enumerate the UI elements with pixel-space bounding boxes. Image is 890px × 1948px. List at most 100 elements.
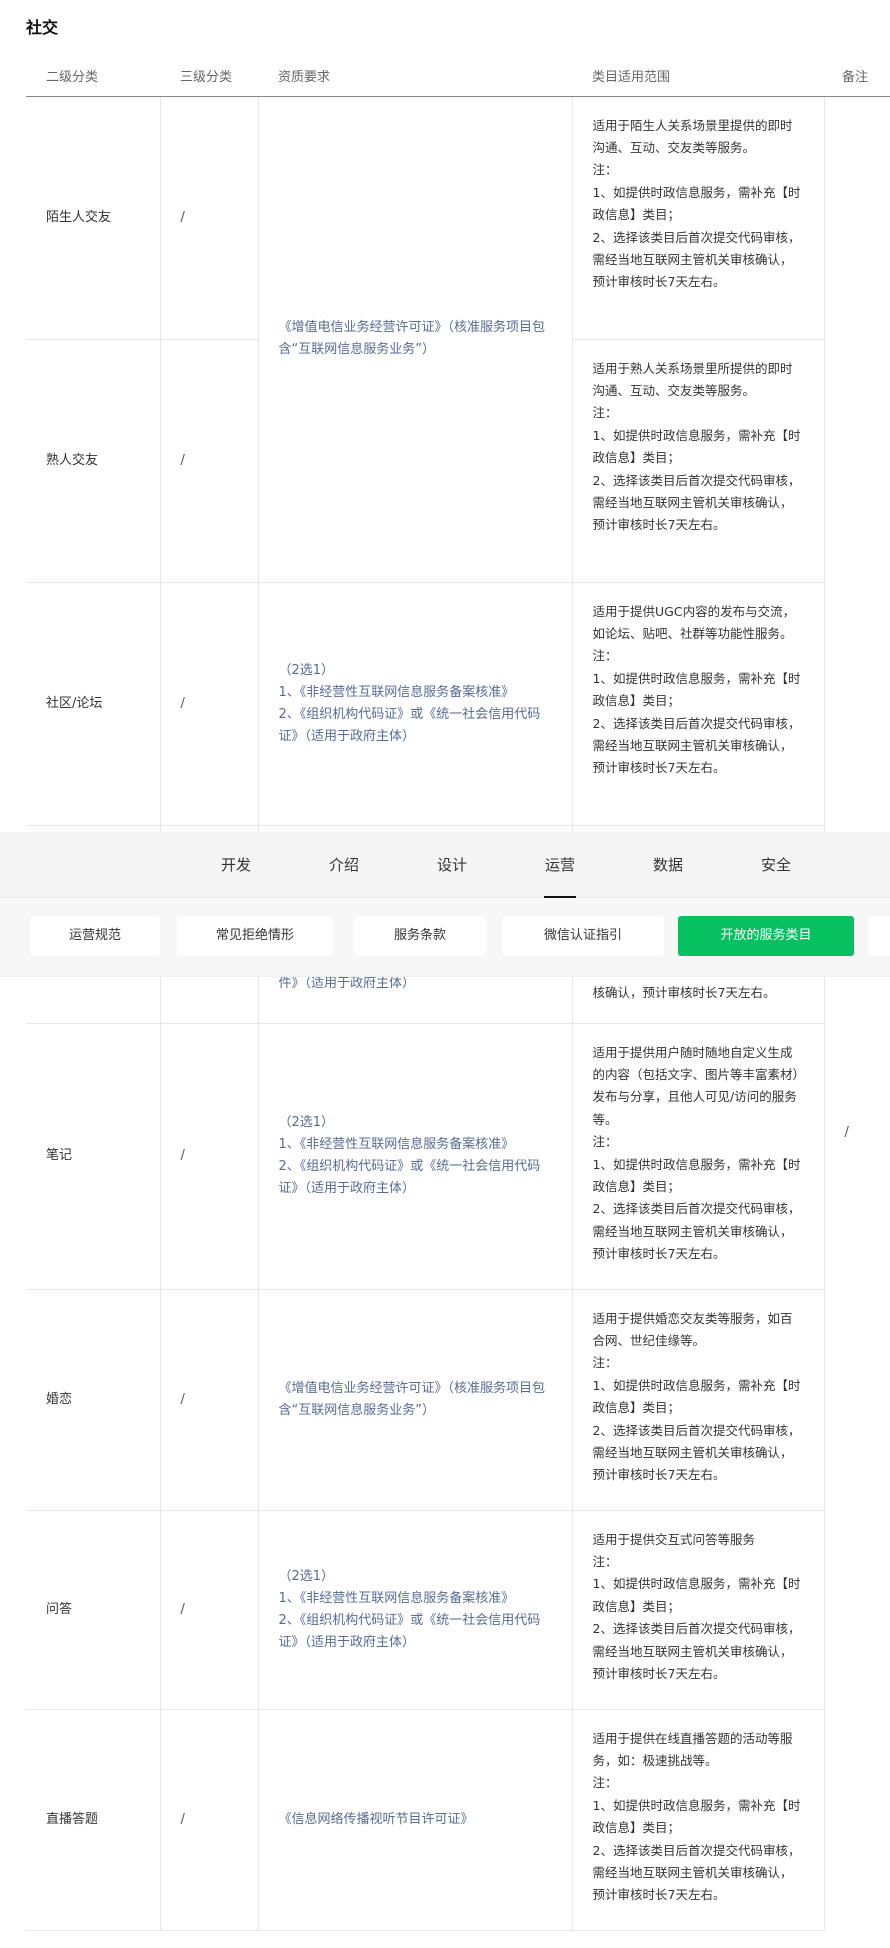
scope-line: 适用于提供UGC内容的发布与交流，如论坛、贴吧、社群等功能性服务。 (592, 603, 796, 641)
scope-cell: 适用于提供婚恋交友类等服务，如百合网、世纪佳缘等。 注： 1、如提供时政信息服务… (572, 1289, 825, 1511)
qualification-line: （2选1） (278, 1115, 335, 1130)
level3-cell: / (160, 339, 259, 583)
scope-line: 1、如提供时政信息服务，需补充【时政信息】类目； (592, 1797, 801, 1836)
scope-line: 1、如提供时政信息服务，需补充【时政信息】类目； (592, 1377, 801, 1416)
scope-line: 适用于提供用户随时随地自定义生成的内容（包括文字、图片等丰富素材）发布与分享，且… (592, 1044, 799, 1127)
qualification-cell: 《增值电信业务经营许可证》（核准服务项目包含“互联网信息服务业务”） (258, 1289, 573, 1511)
header-note: 备注 (824, 56, 890, 97)
level2-cell: 陌生人交友 (26, 96, 161, 340)
scope-cell: 适用于提供交互式问答等服务 注： 1、如提供时政信息服务，需补充【时政信息】类目… (572, 1510, 825, 1710)
scope-line: 注： (592, 162, 618, 178)
level2-cell: 直播答题 (26, 1709, 161, 1931)
qualification-link[interactable]: 2、《组织机构代码证》或《统一社会信用代码证》（适用于政府主体） (279, 704, 552, 748)
scope-line: 适用于陌生人关系场景里提供的即时沟通、互动、交友类等服务。 (592, 117, 793, 155)
scope-line: 1、如提供时政信息服务，需补充【时政信息】类目； (592, 1576, 801, 1614)
top-tab-bar: 开发 介绍 设计 运营 数据 安全 (0, 832, 890, 898)
level3-cell: / (160, 1510, 259, 1710)
level3-cell: / (160, 1709, 259, 1931)
scope-cell: 适用于陌生人关系场景里提供的即时沟通、互动、交友类等服务。 注： 1、如提供时政… (572, 96, 825, 340)
level2-cell: 笔记 (26, 1023, 161, 1290)
scope-line: 1、如提供时政信息服务，需补充【时政信息】类目； (592, 1156, 801, 1194)
sub-nav: 运营规范 常见拒绝情形 服务条款 微信认证指引 开放的服务类目 (0, 898, 890, 976)
header-qualification: 资质要求 (258, 56, 572, 97)
qualification-link[interactable]: 1、《非经营性互联网信息服务备案核准》 (279, 1134, 552, 1156)
table-row: 笔记 / （2选1） 1、《非经营性互联网信息服务备案核准》 2、《组织机构代码… (26, 1023, 890, 1290)
tab-design[interactable]: 设计 (412, 832, 492, 898)
qualification-link[interactable]: 《信息网络传播视听节目许可证》 (279, 1812, 474, 1827)
scope-line: 2、选择该类目后首次提交代码审核，需经当地互联网主管机关审核确认，预计审核时长7… (592, 1842, 801, 1903)
qualification-cell: （2选1） 1、《非经营性互联网信息服务备案核准》 2、《组织机构代码证》或《统… (258, 582, 573, 826)
qualification-link[interactable]: 1、《非经营性互联网信息服务备案核准》 (279, 682, 552, 704)
subnav-overflow-button[interactable] (868, 916, 890, 956)
level2-cell: 社区/论坛 (26, 582, 161, 826)
scope-cell: 适用于熟人关系场景里所提供的即时沟通、互动、交友类等服务。 注： 1、如提供时政… (572, 339, 825, 583)
tab-data[interactable]: 数据 (628, 832, 708, 898)
scope-line: 1、如提供时政信息服务，需补充【时政信息】类目； (592, 670, 801, 709)
table-row: 社区/论坛 / （2选1） 1、《非经营性互联网信息服务备案核准》 2、《组织机… (26, 582, 890, 826)
category-table: 二级分类 三级分类 资质要求 类目适用范围 备注 陌生人交友 / 《增值电信业务… (26, 56, 890, 1931)
scope-line: 2、选择该类目后首次提交代码审核，需经当地互联网主管机关审核确认，预计审核时长7… (592, 229, 801, 290)
level2-cell: 熟人交友 (26, 339, 161, 583)
scope-line: 注： (592, 1553, 618, 1569)
level2-cell: 婚恋 (26, 1289, 161, 1511)
scope-line: 适用于熟人关系场景里所提供的即时沟通、互动、交友类等服务。 (592, 360, 793, 398)
scope-line: 2、选择该类目后首次提交代码审核，需经当地互联网主管机关审核确认，预计审核时长7… (592, 1201, 801, 1262)
qualification-link[interactable]: 《增值电信业务经营许可证》（核准服务项目包含“互联网信息服务业务”） (279, 320, 546, 357)
table-row: 陌生人交友 / 《增值电信业务经营许可证》（核准服务项目包含“互联网信息服务业务… (26, 96, 890, 1140)
tab-security[interactable]: 安全 (736, 832, 816, 898)
scope-line: 2、选择该类目后首次提交代码审核，需经当地互联网主管机关审核确认，预计审核时长7… (592, 715, 801, 776)
level3-cell: / (160, 1289, 259, 1511)
scope-line: 2、选择该类目后首次提交代码审核，需经当地互联网主管机关审核确认，预计审核时长7… (592, 472, 801, 533)
qualification-line: （2选1） (278, 1568, 335, 1584)
scope-line: 注： (592, 648, 618, 664)
section-title: 社交 (26, 18, 59, 37)
scope-cell: 适用于提供在线直播答题的活动等服务，如：极速挑战等。 注： 1、如提供时政信息服… (572, 1709, 825, 1931)
qualification-link[interactable]: 件》（适用于政府主体） (279, 976, 416, 991)
scope-cell: 适用于提供用户随时随地自定义生成的内容（包括文字、图片等丰富素材）发布与分享，且… (572, 1023, 825, 1290)
scope-line: 适用于提供交互式问答等服务 (592, 1531, 756, 1547)
subnav-service-categories[interactable]: 开放的服务类目 (678, 916, 854, 956)
tab-operations[interactable]: 运营 (520, 832, 600, 898)
tab-intro[interactable]: 介绍 (304, 832, 384, 898)
scope-cell: 适用于提供UGC内容的发布与交流，如论坛、贴吧、社群等功能性服务。 注： 1、如… (572, 582, 825, 826)
qualification-cell: （2选1） 1、《非经营性互联网信息服务备案核准》 2、《组织机构代码证》或《统… (258, 1510, 573, 1710)
table-row: 直播答题 / 《信息网络传播视听节目许可证》 适用于提供在线直播答题的活动等服务… (26, 1709, 890, 1931)
header-level3: 三级分类 (160, 56, 258, 97)
subnav-common-rejections[interactable]: 常见拒绝情形 (177, 916, 333, 956)
tab-develop[interactable]: 开发 (196, 832, 276, 898)
subnav-terms-of-service[interactable]: 服务条款 (354, 916, 486, 956)
level3-cell: / (160, 1023, 259, 1290)
qualification-link[interactable]: 2、《组织机构代码证》或《统一社会信用代码证》（适用于政府主体） (279, 1610, 552, 1654)
scope-line: 1、如提供时政信息服务，需补充【时政信息】类目； (592, 427, 801, 466)
table-header-row: 二级分类 三级分类 资质要求 类目适用范围 备注 (26, 56, 890, 97)
scope-line: 核确认，预计审核时长7天左右。 (592, 985, 776, 1001)
header-level2: 二级分类 (26, 56, 160, 97)
scope-line: 2、选择该类目后首次提交代码审核，需经当地互联网主管机关审核确认，预计审核时长7… (592, 1422, 801, 1483)
scope-line: 适用于提供婚恋交友类等服务，如百合网、世纪佳缘等。 (592, 1310, 793, 1348)
level2-cell: 问答 (26, 1510, 161, 1710)
subnav-operation-rules[interactable]: 运营规范 (30, 916, 160, 956)
qualification-cell: 《信息网络传播视听节目许可证》 (258, 1709, 573, 1931)
qualification-link[interactable]: 2、《组织机构代码证》或《统一社会信用代码证》（适用于政府主体） (279, 1156, 552, 1200)
level3-cell: / (160, 96, 259, 340)
scope-line: 注： (592, 1134, 618, 1150)
qualification-cell: （2选1） 1、《非经营性互联网信息服务备案核准》 2、《组织机构代码证》或《统… (258, 1023, 573, 1290)
scope-line: 适用于提供在线直播答题的活动等服务，如：极速挑战等。 (592, 1730, 793, 1768)
scope-line: 注： (592, 405, 618, 421)
scope-line: 注： (592, 1775, 618, 1791)
qualification-cell: 《增值电信业务经营许可证》（核准服务项目包含“互联网信息服务业务”） (258, 96, 573, 583)
scope-line: 注： (592, 1355, 618, 1371)
qualification-line: （2选1） (278, 662, 335, 678)
table-row: 婚恋 / 《增值电信业务经营许可证》（核准服务项目包含“互联网信息服务业务”） … (26, 1289, 890, 1511)
note-value: / (844, 1125, 849, 1141)
note-cell: / (824, 96, 890, 1930)
sticky-nav: 开发 介绍 设计 运营 数据 安全 运营规范 常见拒绝情形 服务条款 微信认证指… (0, 832, 890, 976)
level3-cell: / (160, 582, 259, 826)
header-scope: 类目适用范围 (572, 56, 824, 97)
table-row: 问答 / （2选1） 1、《非经营性互联网信息服务备案核准》 2、《组织机构代码… (26, 1510, 890, 1710)
qualification-link[interactable]: 1、《非经营性互联网信息服务备案核准》 (279, 1588, 552, 1610)
qualification-link[interactable]: 《增值电信业务经营许可证》（核准服务项目包含“互联网信息服务业务”） (279, 1381, 546, 1418)
scope-line: 2、选择该类目后首次提交代码审核，需经当地互联网主管机关审核确认，预计审核时长7… (592, 1621, 801, 1681)
subnav-wechat-verification[interactable]: 微信认证指引 (502, 916, 664, 956)
scope-line: 1、如提供时政信息服务，需补充【时政信息】类目； (592, 184, 801, 223)
